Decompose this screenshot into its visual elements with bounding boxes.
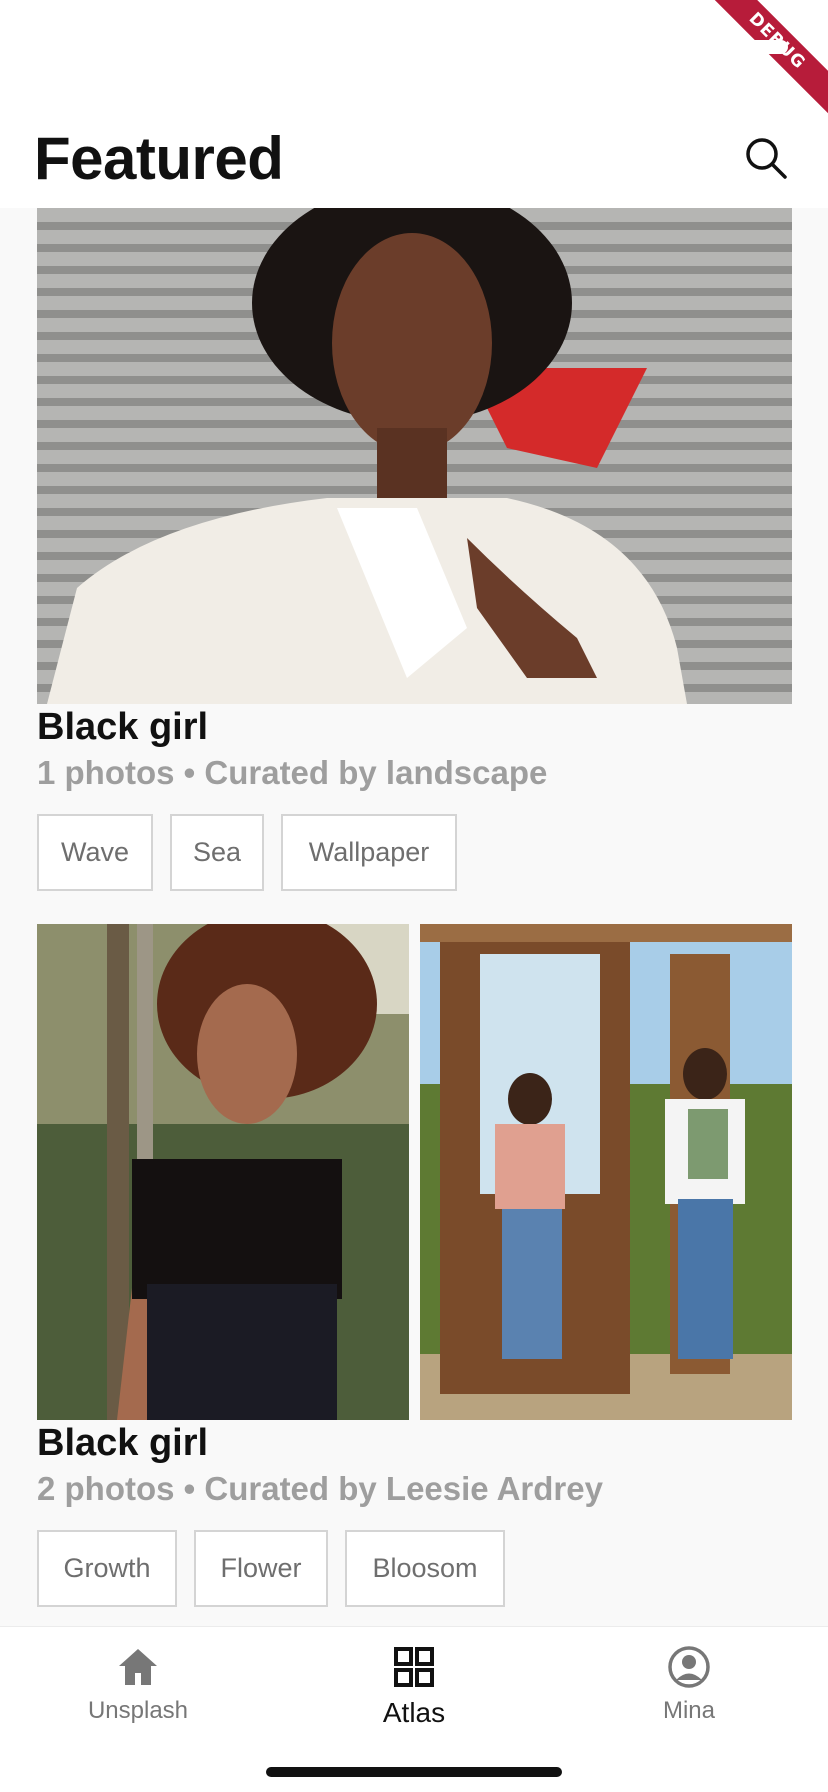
status-bar [0,0,828,100]
bottom-navigation: Unsplash Atlas Mina [0,1626,828,1792]
home-icon [119,1649,157,1685]
debug-pill [748,40,788,54]
nav-label: Atlas [382,1697,446,1728]
tag-list: Growth Flower Bloosom [37,1530,505,1607]
nav-item-mina[interactable]: Mina [589,1645,789,1725]
collections-feed[interactable]: Black girl 1 photos • Curated by landsca… [0,208,828,1626]
nav-item-unsplash[interactable]: Unsplash [38,1645,238,1725]
nav-label: Mina [662,1697,716,1724]
tag-chip[interactable]: Wave [37,814,153,891]
account-icon [668,1646,710,1688]
search-button[interactable] [744,136,788,180]
tag-chip[interactable]: Wallpaper [281,814,457,891]
grid-icon [394,1647,434,1687]
tag-list: Wave Sea Wallpaper [37,814,457,891]
nav-item-atlas[interactable]: Atlas [314,1645,514,1729]
tag-chip[interactable]: Sea [170,814,264,891]
tag-chip[interactable]: Flower [194,1530,328,1607]
collection-subtitle: 2 photos • Curated by Leesie Ardrey [37,1470,603,1507]
collection-subtitle: 1 photos • Curated by landscape [37,754,548,791]
collection-title: Black girl [37,706,209,748]
collection-photo[interactable] [37,208,792,704]
collection-card[interactable]: Black girl 2 photos • Curated by Leesie … [37,924,792,1624]
collection-photo[interactable] [37,924,409,1420]
tag-chip[interactable]: Growth [37,1530,177,1607]
collection-card[interactable]: Black girl 1 photos • Curated by landsca… [37,208,792,898]
tag-chip[interactable]: Bloosom [345,1530,505,1607]
collection-photo[interactable] [420,924,792,1420]
collection-title: Black girl [37,1422,209,1464]
page-title: Featured [34,125,284,192]
search-icon [746,138,787,179]
home-indicator [266,1767,562,1777]
app-header: Featured [0,100,828,208]
nav-label: Unsplash [87,1697,189,1724]
